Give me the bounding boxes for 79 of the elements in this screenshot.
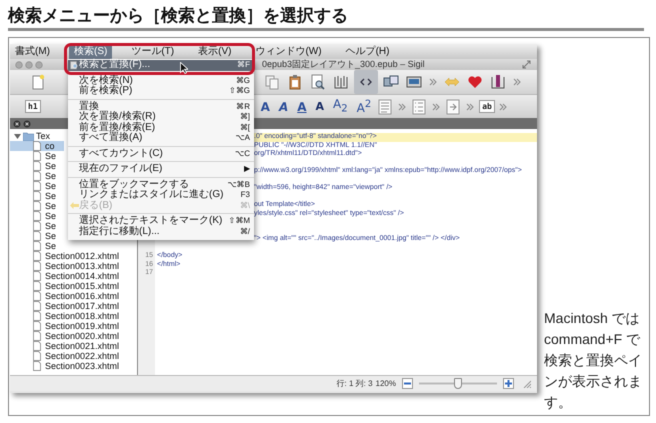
clipboard-icon: [287, 74, 303, 90]
file-row[interactable]: Se: [10, 161, 64, 171]
zoom-out-button[interactable]: [402, 378, 413, 389]
file-row[interactable]: Se: [10, 151, 64, 161]
menu-item[interactable]: 次を置換/検索(R) ⌘]: [68, 112, 254, 122]
text-style-button[interactable]: A: [294, 100, 310, 114]
menu-item[interactable]: 前を置換/検索(E) ⌘[: [68, 122, 254, 133]
paragraph-icon[interactable]: [377, 98, 394, 114]
window-controls-icon[interactable]: [15, 60, 45, 68]
menu-title[interactable]: ウィンドウ(W): [250, 44, 327, 58]
file-row[interactable]: Section0014.xhtml: [10, 271, 120, 281]
file-row[interactable]: Se: [10, 191, 64, 201]
fullscreen-icon[interactable]: [522, 60, 531, 69]
resize-grip-icon[interactable]: [523, 380, 531, 388]
close-icon[interactable]: [13, 120, 33, 128]
file-row[interactable]: Section0013.xhtml: [10, 261, 120, 271]
disclosure-triangle-icon[interactable]: [14, 132, 21, 140]
file-row[interactable]: Section0016.xhtml: [10, 291, 120, 301]
file-row[interactable]: Section0015.xhtml: [10, 281, 120, 291]
menu-title[interactable]: 表示(V): [193, 44, 236, 58]
zoom-in-button[interactable]: [503, 378, 514, 389]
copy-icon: [264, 74, 280, 90]
heart-icon: [467, 74, 483, 90]
file-row[interactable]: Se: [10, 171, 64, 181]
folder-name[interactable]: Tex: [36, 131, 50, 141]
menu-item[interactable]: すべて置換(A) ⌥A: [68, 133, 254, 144]
caption-text: Macintosh では command+F で検索と置換ペインが表示されます。: [544, 309, 643, 412]
file-row[interactable]: Se: [10, 181, 64, 191]
code-brackets-button[interactable]: [354, 70, 378, 94]
menu-item[interactable]: リンクまたはスタイルに進む(G) F3: [68, 190, 254, 200]
book-icon: [333, 74, 349, 90]
file-row[interactable]: Section0023.xhtml: [10, 361, 120, 371]
menu-item[interactable]: 検索と置換(F)... ⌘F: [68, 60, 254, 70]
menu-title[interactable]: ヘルプ(H): [340, 44, 394, 58]
text-style-button[interactable]: A: [276, 100, 292, 114]
list-icon[interactable]: [411, 98, 428, 114]
file-row[interactable]: co: [10, 141, 64, 151]
file-row[interactable]: Se: [10, 221, 64, 231]
file-row[interactable]: Section0017.xhtml: [10, 301, 120, 311]
text-style-button[interactable]: A: [258, 100, 273, 114]
menu-title[interactable]: ツール(T): [126, 44, 180, 58]
file-row[interactable]: Section0021.xhtml: [10, 341, 120, 351]
magnifier-document-icon: [310, 74, 326, 90]
window-title: 0epub3固定レイアウト_300.epub – Sigil: [262, 58, 425, 71]
file-row[interactable]: Section0012.xhtml: [10, 251, 120, 261]
text-style-button[interactable]: A$_{2}$: [330, 96, 351, 116]
text-style-button[interactable]: A: [312, 100, 328, 114]
file-row[interactable]: Se: [10, 241, 64, 251]
mouse-pointer-icon: [180, 62, 188, 74]
text-style-button[interactable]: A$^{2}$: [354, 98, 374, 115]
back-arrow-icon: [70, 202, 79, 210]
file-row[interactable]: Section0020.xhtml: [10, 331, 120, 341]
page-heading: 検索メニューから［検索と置換］を選択する: [8, 5, 644, 31]
menu-item[interactable]: すべてカウント(C) ⌥C: [68, 148, 254, 159]
menu-item[interactable]: 前を検索(P) ⇧⌘G: [68, 86, 254, 96]
plus-icon: [505, 380, 512, 387]
minus-icon: [404, 382, 411, 385]
menu-item[interactable]: 選択されたテキストをマーク(K) ⇧⌘M: [68, 216, 254, 226]
menu-item[interactable]: 置換 ⌘R: [68, 102, 254, 112]
menu-item[interactable]: 次を検索(N) ⌘G: [68, 76, 254, 86]
menu-item[interactable]: 位置をブックマークする ⌥⌘B: [68, 180, 254, 190]
file-row[interactable]: Se: [10, 201, 64, 211]
document-icon: [30, 74, 46, 90]
format-button[interactable]: h1: [25, 100, 41, 113]
menu-title[interactable]: 書式(M): [10, 44, 55, 58]
file-row[interactable]: Section0019.xhtml: [10, 321, 120, 331]
cursor-position: 行: 1 列: 3: [336, 378, 373, 389]
menu-item[interactable]: 指定行に移動(L)... ⌘/: [68, 226, 254, 237]
file-row[interactable]: Se: [10, 211, 64, 221]
menu-item[interactable]: 現在のファイル(E) ▶: [68, 164, 254, 174]
zoom-level: 120%: [376, 379, 396, 388]
slider-thumb[interactable]: [454, 378, 462, 389]
book-icon: [490, 74, 506, 90]
file-row[interactable]: Section0022.xhtml: [10, 351, 120, 361]
file-row[interactable]: Se: [10, 231, 64, 241]
format-button[interactable]: ab: [479, 100, 495, 113]
monitor-icon: [406, 74, 422, 90]
file-row[interactable]: Section0018.xhtml: [10, 311, 120, 321]
indent-icon[interactable]: [445, 98, 462, 114]
